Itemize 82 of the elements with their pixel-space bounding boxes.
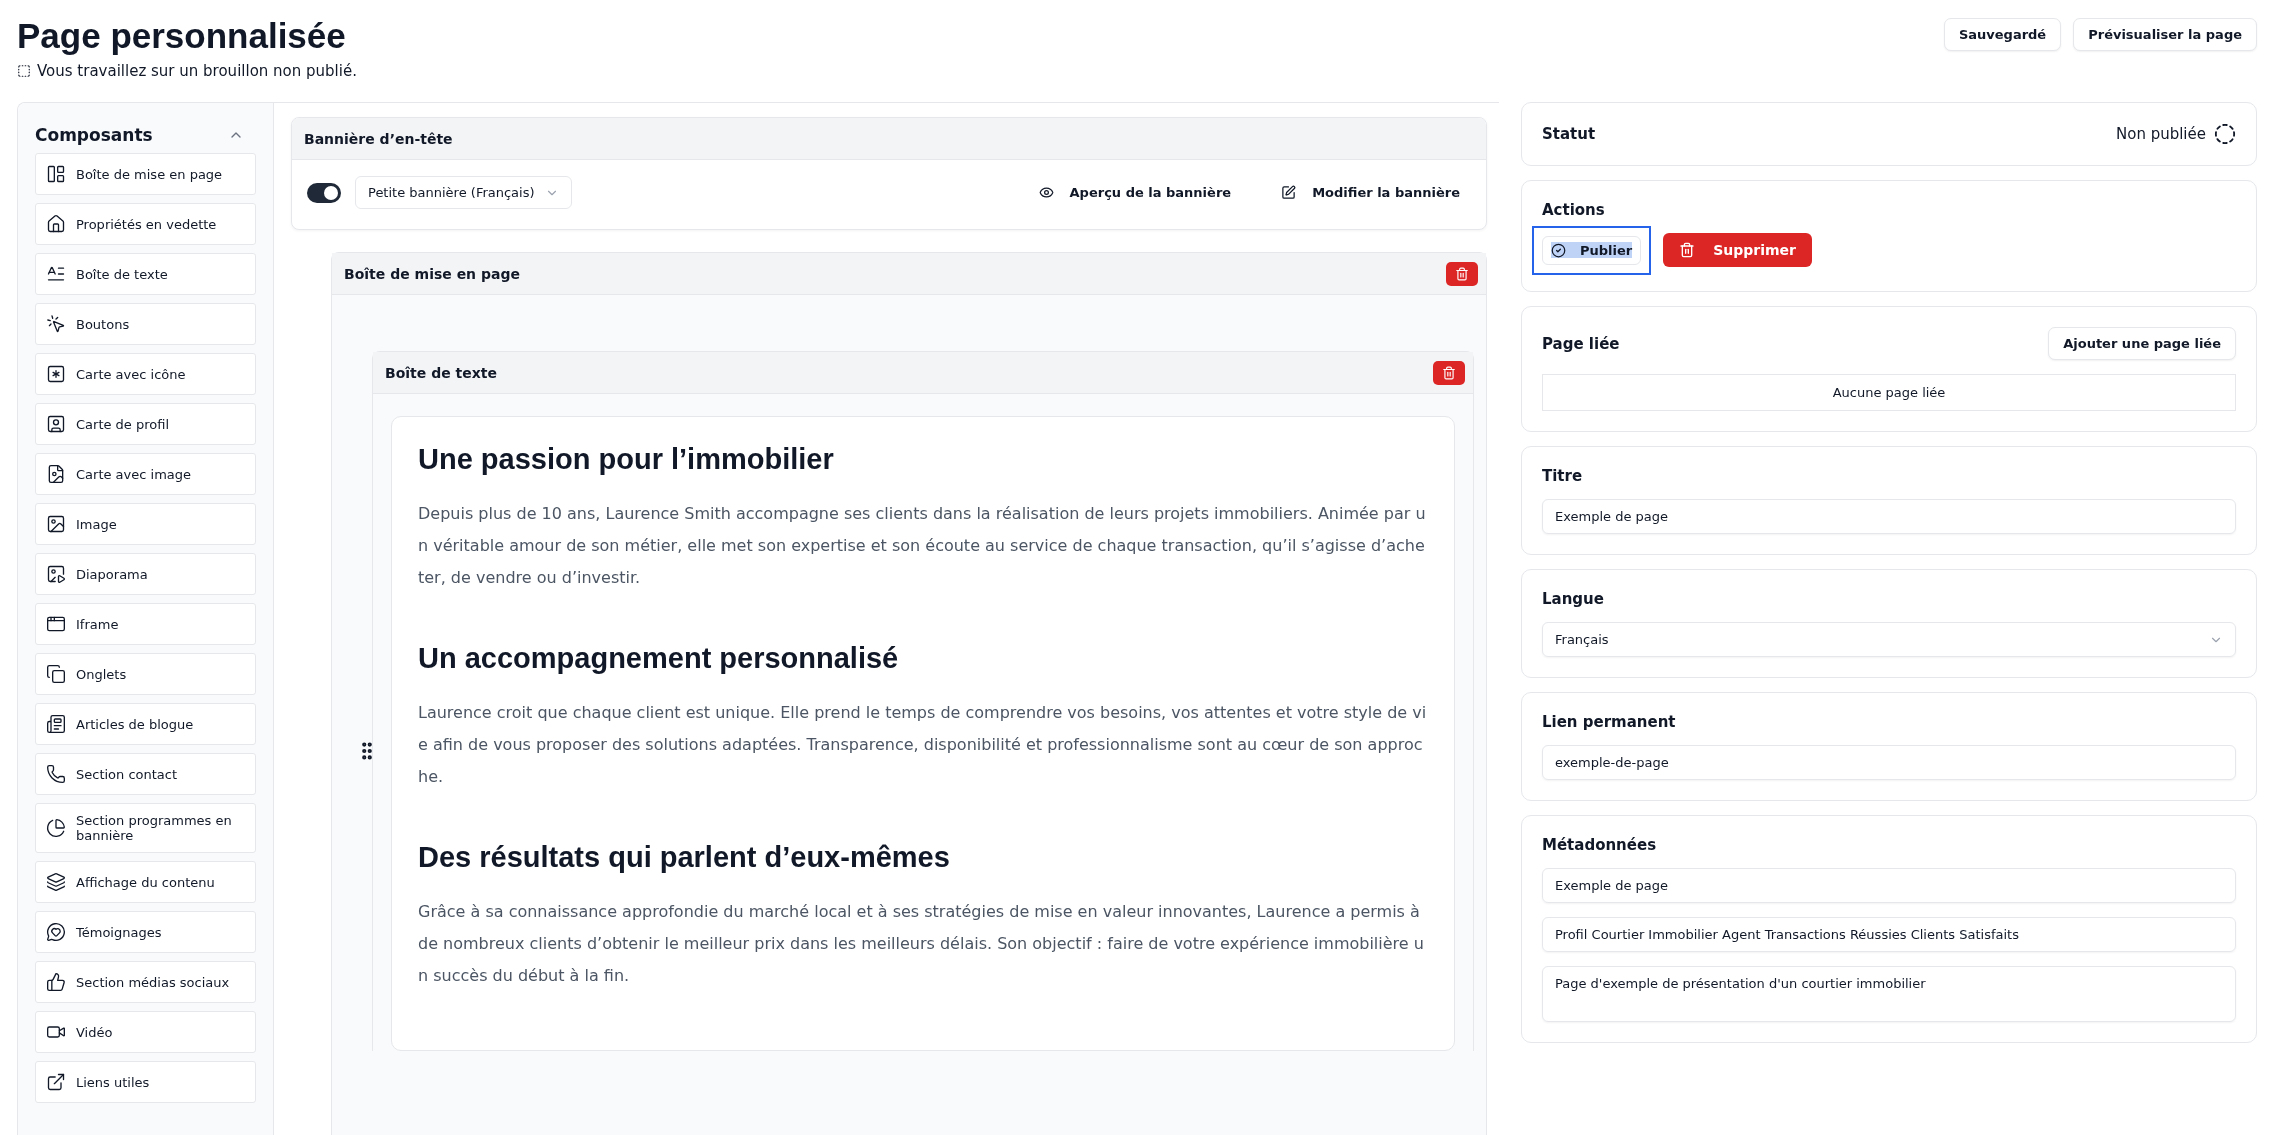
component-item[interactable]: Boutons — [35, 303, 256, 345]
title-label: Titre — [1542, 467, 1584, 485]
delete-button[interactable] — [1433, 360, 1465, 385]
component-item[interactable]: Articles de blogue — [35, 703, 256, 745]
component-item[interactable]: Vidéo — [35, 1011, 256, 1053]
section-heading: Des résultats qui parlent d’eux-mêmes — [418, 841, 951, 874]
metadata-input[interactable]: Exemple de page — [1542, 868, 2236, 903]
trash-icon — [1442, 365, 1456, 380]
component-item[interactable]: Liens utiles — [35, 1061, 256, 1103]
pointer-click-icon — [46, 314, 66, 334]
dashed-circle-icon — [2214, 123, 2236, 145]
publish-button[interactable]: Publier — [1542, 235, 1642, 265]
components-title: Composants — [35, 125, 153, 145]
metadata-label: Métadonnées — [1542, 836, 1658, 854]
section-paragraph: Grâce à sa connaissance approfondie du marché local et à ses stratégies de mise en valeur innovantes, Laurence a permis à de nombreux clients d’obtenir le meilleur prix dans les meilleurs délais. Son objectif : faire de votre expérience immobilière un succès du début à la fin. — [418, 901, 1425, 987]
delete-button[interactable] — [1446, 261, 1478, 286]
component-item[interactable]: Affichage du contenu — [35, 861, 256, 903]
description-textarea[interactable]: Page d'exemple de présentation d'un courtier immobilier — [1542, 966, 2236, 1022]
permalink-label: Lien permanent — [1542, 713, 1677, 731]
page-title: Page personnalisée — [17, 16, 347, 56]
component-item[interactable]: Iframe — [35, 603, 256, 645]
copy-icon — [46, 664, 66, 684]
component-item[interactable]: Section médias sociaux — [35, 961, 256, 1003]
pie-chart-icon — [46, 818, 66, 838]
house-icon — [46, 214, 66, 234]
preview-banner-button[interactable]: Aperçu de la bannière — [1032, 184, 1238, 201]
section-paragraph: Depuis plus de 10 ans, Laurence Smith accompagne ses clients dans la réalisation de leurs projets immobiliers. Animée par un véritable amour de son métier, elle met son expertise et son écoute au service de chaque transaction, qu’il s’agisse d’acheter, de vendre ou d’investir. — [418, 503, 1427, 589]
phone-icon — [46, 764, 66, 784]
component-item[interactable]: Onglets — [35, 653, 256, 695]
permalink-input[interactable]: exemple-de-page — [1542, 745, 2236, 780]
trash-icon — [1679, 242, 1696, 258]
status-title: Statut — [1542, 125, 1596, 143]
metadata-input[interactable]: Profil Courtier Immobilier Agent Transactions Réussies Clients Satisfaits — [1542, 917, 2236, 952]
component-item[interactable]: Boîte de texte — [35, 253, 256, 295]
component-item[interactable]: Carte de profil — [35, 403, 256, 445]
draft-notice: Vous travaillez sur un brouillon non publié. — [37, 62, 357, 80]
pen-square-icon — [1281, 185, 1297, 200]
add-linked-page-button[interactable]: Ajouter une page liée — [2048, 327, 2236, 360]
section-paragraph: Laurence croit que chaque client est unique. Elle prend le temps de comprendre vos besoins, vos attentes et votre style de vie afin de vous proposer des solutions adaptées. Transparence, disponibilité et professionnalisme sont au cœur de son approche. — [418, 702, 1428, 788]
layout-box-title: Boîte de mise en page — [344, 265, 520, 282]
external-link-icon — [46, 1072, 66, 1092]
language-label: Langue — [1542, 590, 1605, 608]
section-heading: Une passion pour l’immobilier — [418, 443, 835, 476]
linked-page-title: Page liée — [1542, 334, 1620, 353]
dashed-square-icon — [17, 64, 31, 78]
component-item[interactable]: Diaporama — [35, 553, 256, 595]
saved-button[interactable]: Sauvegardé — [1943, 18, 2062, 51]
status-value: Non publiée — [2116, 125, 2206, 143]
image-play-icon — [46, 564, 66, 584]
component-item[interactable]: Boîte de mise en page — [35, 153, 256, 195]
empty-linked-page: Aucune page liée — [1542, 374, 2236, 411]
component-item[interactable]: Propriétés en vedette — [35, 203, 256, 245]
text-box-title: Boîte de texte — [385, 364, 497, 381]
component-item[interactable]: Image — [35, 503, 256, 545]
image-file-icon — [46, 464, 66, 484]
section-heading: Un accompagnement personnalisé — [418, 642, 900, 675]
component-item[interactable]: Carte avec image — [35, 453, 256, 495]
newspaper-icon — [46, 714, 66, 734]
preview-button[interactable]: Prévisualiser la page — [2073, 18, 2257, 51]
layers-icon — [46, 872, 66, 892]
language-select[interactable]: Français — [1542, 622, 2236, 657]
title-input[interactable]: Exemple de page — [1542, 499, 2236, 534]
layout-icon — [46, 164, 66, 184]
heart-message-icon — [46, 922, 66, 942]
check-circle-icon — [1551, 242, 1566, 258]
actions-title: Actions — [1542, 201, 1606, 219]
banner-select[interactable]: Petite bannière (Français) — [355, 176, 572, 209]
asterisk-square-icon — [46, 364, 66, 384]
component-item[interactable]: Section programmes en bannière — [35, 803, 256, 853]
component-item[interactable]: Carte avec icône — [35, 353, 256, 395]
delete-page-button[interactable]: Supprimer — [1663, 233, 1813, 267]
thumbs-up-icon — [46, 972, 66, 992]
banner-toggle[interactable] — [307, 182, 341, 203]
user-square-icon — [46, 414, 66, 434]
image-icon — [46, 514, 66, 534]
trash-icon — [1455, 266, 1469, 281]
edit-banner-button[interactable]: Modifier la bannière — [1275, 184, 1466, 201]
banner-title: Bannière d’en-tête — [304, 130, 453, 147]
window-icon — [46, 614, 66, 634]
component-item[interactable]: Témoignages — [35, 911, 256, 953]
eye-icon — [1038, 185, 1054, 200]
component-item[interactable]: Section contact — [35, 753, 256, 795]
